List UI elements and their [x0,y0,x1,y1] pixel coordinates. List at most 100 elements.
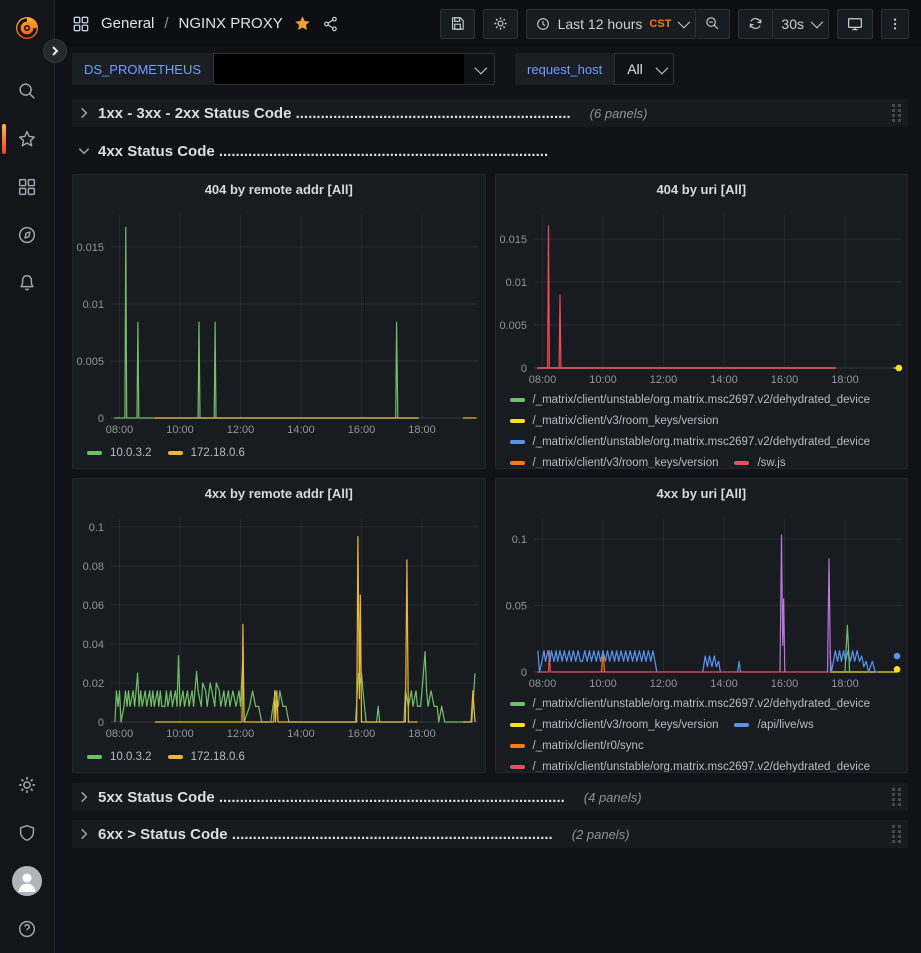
legend-label: /_matrix/client/unstable/org.matrix.msc2… [533,761,871,773]
sidebar-item-help[interactable] [0,905,55,953]
chevron-down-icon [474,61,487,74]
row-panel-count: (2 panels) [572,827,630,842]
row-panel-count: (4 panels) [584,790,642,805]
timeseries-chart[interactable]: 00.020.040.060.080.108:0010:0012:0014:00… [73,507,485,742]
save-icon [449,15,466,32]
sidebar-item-server-admin[interactable] [0,809,55,857]
sidebar-item-alerting[interactable] [0,259,55,307]
legend-label: /_matrix/client/r0/sync [533,740,644,752]
request-host-value: All [615,61,649,77]
sidebar-item-explore[interactable] [0,211,55,259]
dashboard-settings-button[interactable] [483,9,518,39]
request-host-label: request_host [515,53,614,85]
sidebar-item-dashboards[interactable] [0,163,55,211]
svg-text:08:00: 08:00 [106,728,134,740]
apps-grid-icon[interactable] [71,14,91,34]
row-drag-handle[interactable] [891,787,902,807]
legend-swatch [734,461,749,465]
legend-item[interactable]: /sw.js [734,452,785,468]
legend-swatch [734,723,749,727]
legend-item[interactable]: /_matrix/client/unstable/org.matrix.msc2… [510,389,871,410]
legend-label: /_matrix/client/v3/room_keys/version [533,415,719,427]
avatar [12,866,42,896]
svg-text:08:00: 08:00 [528,678,556,690]
panel-legend: /_matrix/client/unstable/org.matrix.msc2… [496,388,908,468]
row-header-6xx[interactable]: 6xx > Status Code ......................… [72,820,908,848]
legend-label: /_matrix/client/v3/room_keys/version [533,457,719,469]
panel-title[interactable]: 404 by uri [All] [496,175,908,203]
dashboards-grid-icon [16,176,38,198]
main-area: General / NGINX PROXY [55,0,921,953]
panel-title[interactable]: 404 by remote addr [All] [73,175,485,203]
legend-swatch [168,451,183,455]
row-header-4xx[interactable]: 4xx Status Code ........................… [72,137,908,165]
datasource-value-dropdown[interactable] [213,53,495,85]
share-icon[interactable] [322,15,340,33]
zoom-out-icon [704,15,721,32]
timeseries-chart[interactable]: 00.0050.010.01508:0010:0012:0014:0016:00… [496,203,908,388]
svg-text:0.015: 0.015 [76,242,104,254]
sidebar-item-search[interactable] [0,67,55,115]
legend-item[interactable]: /api/live/ws [734,714,813,735]
legend-swatch [510,419,525,423]
row-drag-handle[interactable] [891,824,902,844]
submenu: DS_PROMETHEUS request_host All [55,47,921,91]
cycle-view-mode-button[interactable] [837,9,873,39]
svg-text:0: 0 [98,413,104,425]
panel-title[interactable]: 4xx by uri [All] [496,479,908,507]
zoom-out-button[interactable] [696,9,730,39]
svg-text:0.06: 0.06 [83,600,104,612]
topbar: General / NGINX PROXY [55,0,921,47]
sidebar-expand-button[interactable] [43,39,67,63]
breadcrumb-section[interactable]: General [101,15,154,32]
svg-text:14:00: 14:00 [710,678,738,690]
favorite-star-icon[interactable] [293,14,312,33]
svg-text:16:00: 16:00 [348,728,376,740]
legend-item[interactable]: /_matrix/client/v3/room_keys/version [510,410,719,431]
grafana-app: General / NGINX PROXY [0,0,921,953]
svg-text:10:00: 10:00 [166,424,194,436]
svg-text:0.005: 0.005 [499,320,527,332]
legend-item[interactable]: 10.0.3.2 [87,747,152,768]
chevron-down-icon [77,144,91,158]
legend-swatch [510,723,525,727]
save-dashboard-button[interactable] [440,9,475,39]
row-title: 4xx Status Code ........................… [98,143,548,160]
legend-item[interactable]: 172.18.0.6 [168,747,245,768]
svg-text:18:00: 18:00 [831,678,859,690]
legend-item[interactable]: /_matrix/client/v3/room_keys/version [510,714,719,735]
panel-4xx-by-uri: 4xx by uri [All] 00.050.108:0010:0012:00… [495,478,909,773]
drag-dots-icon [891,103,902,123]
breadcrumb-page-title[interactable]: NGINX PROXY [179,15,283,32]
legend-label: /_matrix/client/unstable/org.matrix.msc2… [533,394,871,406]
legend-item[interactable]: 10.0.3.2 [87,443,152,464]
request-host-value-dropdown[interactable]: All [614,53,674,85]
sidebar-item-profile[interactable] [0,857,55,905]
legend-item[interactable]: /_matrix/client/v3/room_keys/version [510,452,719,468]
bell-icon [16,272,38,294]
row-drag-handle[interactable] [891,103,902,123]
sidebar-item-configuration[interactable] [0,761,55,809]
timeseries-chart[interactable]: 00.050.108:0010:0012:0014:0016:0018:00 [496,507,908,692]
chevron-down-icon [656,61,669,74]
legend-item[interactable]: 172.18.0.6 [168,443,245,464]
time-range-picker[interactable]: Last 12 hours CST [526,9,697,39]
svg-text:0.01: 0.01 [83,299,104,311]
legend-item[interactable]: /_matrix/client/unstable/org.matrix.msc2… [510,756,871,772]
legend-item[interactable]: /_matrix/client/r0/sync [510,735,644,756]
svg-text:0.015: 0.015 [499,234,527,246]
svg-text:0.1: 0.1 [89,522,104,534]
panel-title[interactable]: 4xx by remote addr [All] [73,479,485,507]
legend-item[interactable]: /_matrix/client/unstable/org.matrix.msc2… [510,431,871,452]
timeseries-chart[interactable]: 00.0050.010.01508:0010:0012:0014:0016:00… [73,203,485,438]
legend-swatch [87,755,102,759]
refresh-button[interactable] [738,9,773,39]
more-options-button[interactable] [881,9,909,39]
svg-text:0.01: 0.01 [505,277,526,289]
sidebar-item-favorites[interactable] [0,115,55,163]
refresh-interval-dropdown[interactable]: 30s [773,9,829,39]
row-header-5xx[interactable]: 5xx Status Code ........................… [72,783,908,811]
legend-item[interactable]: /_matrix/client/unstable/org.matrix.msc2… [510,693,871,714]
star-icon [16,128,38,150]
row-header-1xx-3xx-2xx[interactable]: 1xx - 3xx - 2xx Status Code ............… [72,99,908,127]
